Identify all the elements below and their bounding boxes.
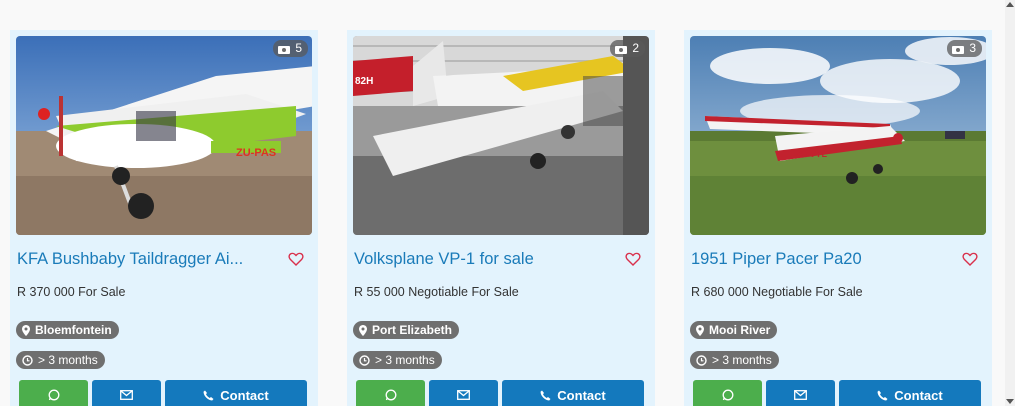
age-tag: > 3 months [16, 351, 105, 369]
location-text: Mooi River [709, 323, 771, 337]
camera-icon [952, 44, 965, 54]
listing-photo[interactable]: ZS-VYL 3 [690, 36, 986, 235]
listing-price: R 680 000 Negotiable For Sale [691, 285, 863, 299]
email-button[interactable] [92, 380, 161, 406]
svg-text:ZU-PAS: ZU-PAS [236, 147, 276, 159]
heart-icon[interactable] [625, 251, 641, 267]
svg-text:ZS-VYL: ZS-VYL [795, 149, 828, 159]
map-marker-icon [359, 324, 367, 336]
contact-label: Contact [220, 387, 269, 403]
whatsapp-icon [385, 389, 396, 401]
heart-icon[interactable] [288, 251, 304, 267]
phone-icon [540, 390, 551, 400]
listing-card: ZS-VYL 3 1951 Piper Pacer Pa20 R 680 000… [684, 30, 992, 406]
listing-price: R 55 000 Negotiable For Sale [354, 285, 519, 299]
heart-icon[interactable] [962, 251, 978, 267]
scroll-up-arrow-icon[interactable] [1006, 2, 1014, 7]
age-tag: > 3 months [353, 351, 442, 369]
photo-count: 5 [295, 41, 302, 55]
envelope-icon [457, 390, 470, 400]
listing-card: 82H 2 Volksplane VP-1 for sale R 55 000 … [347, 30, 655, 406]
age-text: > 3 months [712, 353, 772, 367]
page-scrollbar[interactable] [1005, 0, 1015, 406]
camera-icon [615, 44, 628, 54]
whatsapp-icon [722, 389, 733, 401]
listing-title[interactable]: Volksplane VP-1 for sale [354, 250, 604, 269]
whatsapp-button[interactable] [19, 380, 88, 406]
photo-count-badge: 2 [610, 40, 645, 57]
clock-icon [359, 354, 370, 366]
clock-icon [696, 354, 707, 366]
listing-title[interactable]: KFA Bushbaby Taildragger Ai... [17, 250, 267, 269]
whatsapp-button[interactable] [693, 380, 762, 406]
contact-button[interactable]: Contact [839, 380, 981, 406]
contact-button[interactable]: Contact [165, 380, 307, 406]
whatsapp-button[interactable] [356, 380, 425, 406]
location-text: Port Elizabeth [372, 323, 453, 337]
phone-icon [877, 390, 888, 400]
photo-count: 2 [632, 41, 639, 55]
envelope-icon [120, 390, 133, 400]
contact-label: Contact [894, 387, 943, 403]
phone-icon [203, 390, 214, 400]
listing-card: ZU-PAS 5 KFA Bushbaby Taildragger Ai... … [10, 30, 318, 406]
scroll-down-arrow-icon[interactable] [1006, 399, 1014, 404]
camera-icon [278, 44, 291, 54]
listing-photo[interactable]: ZU-PAS 5 [16, 36, 312, 235]
whatsapp-icon [48, 389, 59, 401]
photo-count: 3 [969, 41, 976, 55]
age-text: > 3 months [38, 353, 98, 367]
clock-icon [22, 354, 33, 366]
location-tag: Port Elizabeth [353, 321, 460, 339]
svg-text:82H: 82H [355, 76, 373, 87]
location-tag: Mooi River [690, 321, 778, 339]
age-text: > 3 months [375, 353, 435, 367]
photo-count-badge: 3 [947, 40, 982, 57]
email-button[interactable] [766, 380, 835, 406]
listing-price: R 370 000 For Sale [17, 285, 126, 299]
envelope-icon [794, 390, 807, 400]
map-marker-icon [696, 324, 704, 336]
location-text: Bloemfontein [35, 323, 112, 337]
listings-page: ZU-PAS 5 KFA Bushbaby Taildragger Ai... … [0, 0, 1015, 406]
listing-photo[interactable]: 82H 2 [353, 36, 649, 235]
email-button[interactable] [429, 380, 498, 406]
photo-count-badge: 5 [273, 40, 308, 57]
contact-button[interactable]: Contact [502, 380, 644, 406]
age-tag: > 3 months [690, 351, 779, 369]
location-tag: Bloemfontein [16, 321, 119, 339]
listing-title[interactable]: 1951 Piper Pacer Pa20 [691, 250, 941, 269]
map-marker-icon [22, 324, 30, 336]
contact-label: Contact [557, 387, 606, 403]
